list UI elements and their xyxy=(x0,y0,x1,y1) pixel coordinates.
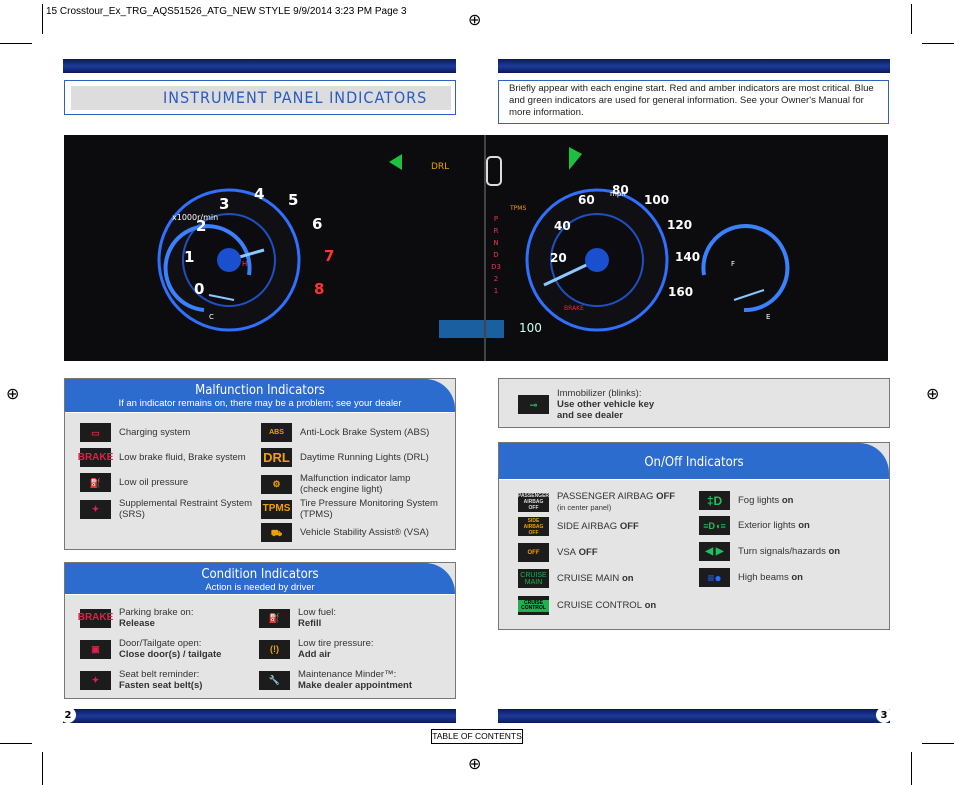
list-item: ⊸ Immobilizer (blinks): Use other vehicle … xyxy=(518,388,654,421)
crop-mark xyxy=(922,743,954,744)
low-tire-pressure-icon: (!) xyxy=(259,639,290,659)
list-item: ≡D◖≡ Exterior lights on xyxy=(699,516,810,535)
title-box: INSTRUMENT PANEL INDICATORS xyxy=(64,80,456,115)
passenger-airbag-off-icon: PASSENGER AIRBAG OFF xyxy=(517,492,550,512)
list-item: BRAKE Low brake fluid, Brake system xyxy=(78,448,250,467)
malfunction-indicators-panel: Malfunction Indicators If an indicator re… xyxy=(64,378,456,550)
list-item: ⚙ Malfunction indicator lamp (check engin… xyxy=(261,473,411,495)
crop-mark xyxy=(0,43,32,44)
list-item: PASSENGER AIRBAG OFF PASSENGER AIRBAG OFF… xyxy=(517,491,676,512)
turn-signals-icon: ◀ ▶ xyxy=(699,542,730,561)
print-slug: 15 Crosstour_Ex_TRG_AQS51526_ATG_NEW STY… xyxy=(46,6,407,17)
exterior-lights-icon: ≡D◖≡ xyxy=(699,516,730,535)
list-item: SIDE AIRBAG OFF SIDE AIRBAG OFF xyxy=(518,517,639,536)
list-item: (!) Low tire pressure: Add air xyxy=(259,638,374,660)
list-item: ≡● High beams on xyxy=(699,568,803,587)
seatbelt-icon: ✦ xyxy=(80,670,111,690)
section-subtitle: Action is needed by driver xyxy=(205,582,315,593)
drl-light: DRL xyxy=(431,162,450,172)
crop-mark xyxy=(922,43,954,44)
abs-icon: ABS xyxy=(261,423,292,442)
wrench-icon: 🔧 xyxy=(259,670,290,690)
list-item: CRUISE CONTROL CRUISE CONTROL on xyxy=(518,596,656,615)
check-engine-icon: ⚙ xyxy=(261,474,292,494)
parking-brake-icon: BRAKE xyxy=(78,608,113,628)
crop-mark xyxy=(0,743,32,744)
list-item: CRUISE MAIN CRUISE MAIN on xyxy=(518,569,634,588)
page-number-left: 2 xyxy=(60,707,76,723)
list-item: BRAKE Parking brake on: Release xyxy=(77,607,194,629)
fuel-empty: E xyxy=(766,313,771,321)
fog-lights-icon: ‡D xyxy=(699,491,730,510)
temp-hot: H xyxy=(242,260,248,268)
list-item: DRL Daytime Running Lights (DRL) xyxy=(261,448,451,467)
registration-mark-icon: ⊕ xyxy=(6,384,20,403)
list-item: ⛽ Low fuel: Refill xyxy=(259,607,336,629)
fuel-full: F xyxy=(731,260,736,268)
oil-can-icon: ⛽ xyxy=(80,473,111,492)
section-title: Condition Indicators xyxy=(201,567,319,582)
on-off-indicators-panel: On/Off Indicators PASSENGER AIRBAG OFF PA… xyxy=(498,442,890,630)
cruise-main-icon: CRUISE MAIN xyxy=(518,569,549,588)
low-fuel-icon: ⛽ xyxy=(259,608,290,628)
footer-bar-right xyxy=(498,709,890,723)
header-bar-right xyxy=(498,59,890,73)
header-bar-left xyxy=(63,59,456,73)
airbag-icon: ✦ xyxy=(80,499,111,519)
side-airbag-off-icon: SIDE AIRBAG OFF xyxy=(518,517,549,536)
list-item: ABS Anti-Lock Brake System (ABS) xyxy=(261,423,451,442)
section-title: On/Off Indicators xyxy=(644,455,744,470)
list-item: ▣ Door/Tailgate open: Close door(s) / tail… xyxy=(80,638,221,660)
list-item: OFF VSA OFF xyxy=(518,543,598,562)
intro-text: Briefly appear with each engine start. R… xyxy=(498,80,889,124)
page-title: INSTRUMENT PANEL INDICATORS xyxy=(71,86,451,110)
high-beams-icon: ≡● xyxy=(699,568,730,587)
odometer: 100 xyxy=(519,321,542,335)
brake-icon: BRAKE xyxy=(78,448,113,467)
door-open-icon: ▣ xyxy=(80,639,111,659)
crop-mark xyxy=(42,752,43,785)
battery-icon: ▭ xyxy=(80,423,111,442)
vsa-off-icon: OFF xyxy=(518,543,549,562)
cruise-control-icon: CRUISE CONTROL xyxy=(518,599,549,612)
list-item: TPMS Tire Pressure Monitoring System (TPM… xyxy=(261,498,438,520)
gear-indicator: P R N D D3 2 1 xyxy=(491,215,501,295)
list-item: ✦ Supplemental Restraint System (SRS) xyxy=(80,498,260,520)
tpms-icon: TPMS xyxy=(261,499,292,519)
footer-bar-left xyxy=(63,709,456,723)
vsa-icon: ⛟ xyxy=(261,523,292,542)
condition-indicators-panel: Condition Indicators Action is needed by … xyxy=(64,562,456,699)
registration-mark-icon: ⊕ xyxy=(926,384,940,403)
tpms-light: TPMS xyxy=(510,205,527,212)
list-item: ✦ Seat belt reminder: Fasten seat belt(s) xyxy=(80,669,202,691)
crop-mark xyxy=(911,4,912,34)
page-number-right: 3 xyxy=(876,707,892,723)
section-title: Malfunction Indicators xyxy=(195,383,325,398)
immobilizer-panel: ⊸ Immobilizer (blinks): Use other vehicle … xyxy=(498,378,890,428)
brake-light: BRAKE xyxy=(564,305,584,312)
section-subtitle: If an indicator remains on, there may be… xyxy=(118,398,402,409)
registration-mark-icon: ⊕ xyxy=(468,754,482,773)
list-item: ⛽ Low oil pressure xyxy=(80,473,250,492)
table-of-contents-link[interactable]: TABLE OF CONTENTS xyxy=(431,729,523,744)
registration-mark-icon: ⊕ xyxy=(468,10,482,29)
temp-cold: C xyxy=(209,313,214,321)
drl-icon: DRL xyxy=(261,448,292,467)
list-item: 🔧 Maintenance Minder™: Make dealer appoint… xyxy=(259,669,412,691)
crop-mark xyxy=(911,752,912,785)
instrument-panel-image: x1000r/min DRL TPMS BRAKE mph 100 H C F … xyxy=(64,135,888,361)
crop-mark xyxy=(42,4,43,34)
immobilizer-key-icon: ⊸ xyxy=(518,395,549,414)
list-item: ‡D Fog lights on xyxy=(699,491,793,510)
list-item: ◀ ▶ Turn signals/hazards on xyxy=(699,542,840,561)
list-item: ⛟ Vehicle Stability Assist® (VSA) xyxy=(261,523,451,542)
list-item: ▭ Charging system xyxy=(80,423,250,442)
